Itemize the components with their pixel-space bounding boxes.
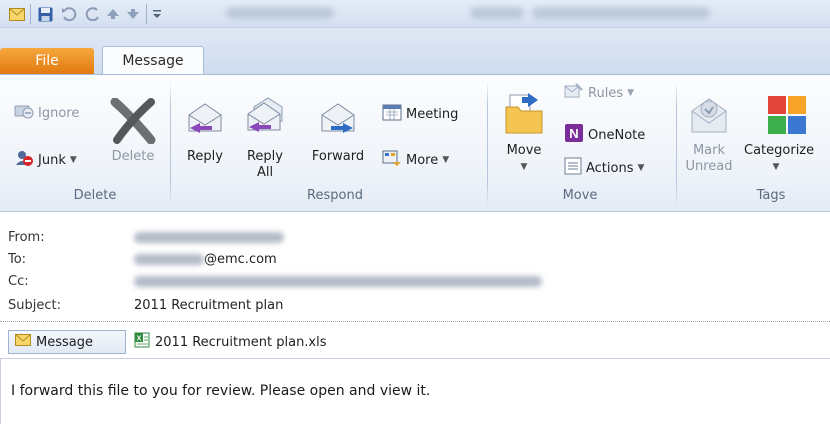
rules-button[interactable]: Rules ▼ [564, 83, 634, 103]
group-label-delete: Delete [73, 188, 117, 203]
ignore-label: Ignore [38, 105, 80, 121]
ignore-icon [14, 103, 34, 123]
meeting-label: Meeting [406, 106, 459, 122]
attachment-strip: Message X 2011 Recruitment plan.xls [0, 324, 830, 358]
undo-icon[interactable] [60, 5, 78, 23]
up-arrow-icon[interactable] [104, 5, 122, 23]
subject-value: 2011 Recruitment plan [134, 298, 284, 313]
message-header: From: To: @emc.com Cc: Subject: 2011 Rec… [0, 212, 830, 324]
move-folder-icon [496, 83, 552, 135]
window-title-blurred [532, 7, 710, 19]
from-value-redacted[interactable] [134, 230, 284, 245]
from-label: From: [8, 230, 45, 245]
customize-icon[interactable] [148, 5, 166, 23]
rules-icon [564, 83, 584, 103]
svg-text:X: X [137, 336, 142, 343]
svg-text:N: N [569, 126, 578, 141]
window-title-blurred [226, 7, 334, 19]
message-body-text: I forward this file to you for review. P… [11, 383, 431, 399]
delete-button[interactable]: Delete [104, 95, 162, 165]
actions-button[interactable]: Actions ▼ [564, 157, 644, 179]
mark-unread-label-line1: Mark [692, 143, 726, 158]
move-label: Move [506, 143, 542, 158]
meeting-button[interactable]: Meeting [382, 103, 458, 125]
mark-unread-icon [680, 83, 738, 135]
message-body[interactable]: I forward this file to you for review. P… [0, 358, 830, 424]
message-attachment-tab[interactable]: Message [8, 330, 126, 354]
reply-all-icon [240, 87, 290, 135]
separator [30, 4, 31, 24]
save-icon[interactable] [36, 5, 54, 23]
forward-icon [306, 87, 370, 135]
group-separator [170, 81, 171, 207]
reply-label: Reply [186, 149, 223, 164]
reply-button[interactable]: Reply [180, 87, 230, 165]
separator [146, 4, 147, 24]
group-separator [487, 81, 488, 207]
excel-file-icon: X [134, 332, 150, 352]
junk-button[interactable]: Junk ▼ [14, 149, 77, 171]
chevron-down-icon: ▼ [627, 88, 634, 98]
categorize-button[interactable]: Categorize ▼ [744, 83, 830, 175]
more-button[interactable]: More ▼ [382, 149, 449, 171]
mail-icon [8, 5, 26, 23]
more-respond-icon [382, 149, 402, 171]
chevron-down-icon: ▼ [69, 155, 77, 165]
title-bar [0, 0, 830, 28]
junk-icon [14, 149, 34, 171]
xls-attachment[interactable]: X 2011 Recruitment plan.xls [134, 332, 327, 352]
actions-label: Actions [586, 160, 634, 176]
group-label-respond: Respond [307, 188, 363, 203]
chevron-down-icon: ▼ [637, 163, 645, 173]
group-label-move: Move [562, 188, 598, 203]
down-arrow-icon[interactable] [124, 5, 142, 23]
redo-icon[interactable] [84, 5, 102, 23]
forward-label: Forward [311, 149, 365, 164]
onenote-button[interactable]: N OneNote [564, 123, 645, 147]
subject-label: Subject: [8, 298, 61, 313]
group-separator [676, 81, 677, 207]
tab-message[interactable]: Message [102, 46, 204, 75]
calendar-icon [382, 103, 402, 125]
junk-label: Junk [38, 152, 66, 168]
ignore-button[interactable]: Ignore [14, 103, 79, 123]
categorize-icon [744, 83, 830, 135]
chevron-down-icon: ▼ [772, 162, 780, 172]
categorize-label: Categorize [744, 143, 815, 158]
onenote-icon: N [564, 123, 584, 147]
rules-label: Rules [588, 85, 624, 101]
envelope-icon [15, 334, 31, 350]
cc-label: Cc: [8, 274, 29, 289]
reply-all-label-line1: Reply [246, 149, 283, 164]
chevron-down-icon: ▼ [520, 162, 528, 172]
reply-all-button[interactable]: Reply All [240, 87, 290, 181]
actions-icon [564, 157, 582, 179]
forward-button[interactable]: Forward [306, 87, 370, 165]
reply-icon [180, 87, 230, 135]
delete-icon [104, 95, 162, 147]
tab-row: File Message [0, 28, 830, 75]
onenote-label: OneNote [588, 127, 646, 143]
more-label: More [406, 152, 439, 168]
to-label: To: [8, 252, 27, 267]
chevron-down-icon: ▼ [442, 155, 450, 165]
window-title-blurred [470, 7, 524, 19]
ribbon: Ignore Junk ▼ Delete Delete Reply Reply … [0, 74, 830, 212]
to-value[interactable]: @emc.com [134, 252, 277, 267]
message-attachment-label: Message [36, 334, 93, 350]
xls-attachment-name: 2011 Recruitment plan.xls [155, 334, 327, 350]
delete-label: Delete [111, 149, 155, 164]
header-divider [0, 321, 830, 322]
group-label-tags: Tags [756, 188, 786, 203]
to-value-redacted [134, 254, 204, 265]
move-button[interactable]: Move ▼ [496, 83, 552, 175]
to-value-domain: @emc.com [204, 252, 277, 267]
tab-file[interactable]: File [0, 48, 94, 74]
reply-all-label-line2: All [256, 165, 274, 180]
cc-value-redacted[interactable] [134, 274, 542, 289]
